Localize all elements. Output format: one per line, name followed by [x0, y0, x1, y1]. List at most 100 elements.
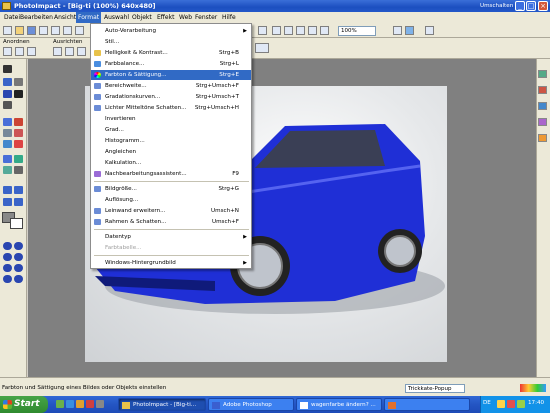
menu-web[interactable]: Web — [177, 12, 194, 23]
menu-item-aufloesung[interactable]: Auflösung... — [91, 195, 251, 205]
zoom-out-icon[interactable] — [308, 26, 317, 35]
history-icon[interactable] — [3, 253, 12, 261]
actual-size-icon[interactable] — [320, 26, 329, 35]
menu-item-auto-verarbeitung[interactable]: Auto-Verarbeitung ▶ — [91, 26, 251, 36]
layer-manager-icon[interactable] — [14, 242, 23, 250]
quicklaunch-5-icon[interactable] — [96, 400, 104, 408]
menu-item-nachbearbeitung[interactable]: Nachbearbeitungsassistent... F9 — [91, 169, 251, 179]
transform-tool-icon[interactable] — [3, 78, 12, 86]
print-icon[interactable] — [51, 26, 60, 35]
eraser-tool-icon[interactable] — [14, 129, 23, 137]
umschalten-label[interactable]: Umschalten — [480, 0, 513, 12]
help-icon[interactable] — [425, 26, 434, 35]
open-folder-icon[interactable] — [15, 26, 24, 35]
save-icon[interactable] — [27, 26, 36, 35]
menu-item-helligkeit[interactable]: Helligkeit & Kontrast... Strg+B — [91, 48, 251, 58]
quicklaunch-3-icon[interactable] — [76, 400, 84, 408]
menu-item-gradationskurven[interactable]: Gradationskurven... Strg+Umsch+T — [91, 92, 251, 102]
cut-icon[interactable] — [63, 26, 72, 35]
menu-format[interactable]: Format — [76, 12, 102, 23]
menu-item-windows-hintergrund[interactable]: Windows-Hintergrundbild ▶ — [91, 258, 251, 268]
taskbar-item-browser[interactable]: wagenfarbe ändern? ... — [296, 398, 382, 411]
panel-a-icon[interactable] — [3, 264, 12, 272]
menu-objekt[interactable]: Objekt — [130, 12, 154, 23]
menu-item-invertieren[interactable]: Invertieren — [91, 114, 251, 124]
paste-icon[interactable] — [258, 26, 267, 35]
preview-icon[interactable] — [393, 26, 402, 35]
paint-tool-icon[interactable] — [3, 118, 12, 126]
language-indicator[interactable]: DE — [483, 400, 491, 406]
selection-tool-icon[interactable] — [14, 78, 23, 86]
web-icon[interactable] — [405, 26, 414, 35]
layout-icon[interactable] — [14, 186, 23, 194]
path-tool-icon[interactable] — [3, 101, 12, 109]
menu-hilfe[interactable]: Hilfe — [220, 12, 238, 23]
menu-item-datentyp[interactable]: Datentyp ▶ — [91, 232, 251, 242]
stamp-tool-icon[interactable] — [14, 140, 23, 148]
maximize-button[interactable]: □ — [526, 1, 536, 11]
trick-select[interactable]: Trickkate-Popup — [405, 384, 465, 393]
grid-icon[interactable] — [3, 186, 12, 194]
panel-tab-3-icon[interactable] — [538, 102, 547, 110]
menu-item-kalkulation[interactable]: Kalkulation... — [91, 158, 251, 168]
minimize-button[interactable]: _ — [515, 1, 525, 11]
menu-item-farbbalance[interactable]: Farbbalance... Strg+L — [91, 59, 251, 69]
tray-icon-3[interactable] — [517, 400, 525, 408]
panel-tab-5-icon[interactable] — [538, 134, 547, 142]
quick-command-icon[interactable] — [14, 253, 23, 261]
quicklaunch-1-icon[interactable] — [56, 400, 64, 408]
menu-item-lichter-mitteltoene[interactable]: Lichter Mitteltöne Schatten... Strg+Umsch… — [91, 103, 251, 113]
panel-d-icon[interactable] — [14, 275, 23, 283]
undo-icon[interactable] — [272, 26, 281, 35]
new-file-icon[interactable] — [3, 26, 12, 35]
menu-effekt[interactable]: Effekt — [155, 12, 176, 23]
hand-tool-icon[interactable] — [14, 155, 23, 163]
panel2-icon[interactable] — [14, 198, 23, 206]
menu-item-bereichweite[interactable]: Bereichweite... Strg+Umsch+F — [91, 81, 251, 91]
align-center-icon[interactable] — [65, 47, 74, 56]
panel-icon[interactable] — [3, 198, 12, 206]
pick-tool-icon[interactable] — [3, 65, 12, 73]
panel-tab-1-icon[interactable] — [538, 70, 547, 78]
zoom-tool-icon[interactable] — [3, 155, 12, 163]
quicklaunch-2-icon[interactable] — [66, 400, 74, 408]
retouch-tool-icon[interactable] — [3, 129, 12, 137]
text-tool-icon[interactable] — [14, 90, 23, 98]
taskbar-item-photoimpact[interactable]: PhotoImpact - [Big-ti... — [118, 398, 206, 411]
zoom-in-icon[interactable] — [296, 26, 305, 35]
menu-ansicht[interactable]: Ansicht — [52, 12, 78, 23]
attribute-button-icon[interactable] — [255, 43, 269, 53]
fill-tool-icon[interactable] — [3, 140, 12, 148]
eyedropper-tool-icon[interactable] — [3, 166, 12, 174]
arrange-back-icon[interactable] — [15, 47, 24, 56]
menu-item-stil[interactable]: Stil... — [91, 37, 251, 47]
panel-tab-4-icon[interactable] — [538, 118, 547, 126]
close-button[interactable]: × — [538, 1, 548, 11]
arrange-front-icon[interactable] — [3, 47, 12, 56]
menu-item-leinwand[interactable]: Leinwand erweitern... Umsch+N — [91, 206, 251, 216]
menu-item-rahmen-schatten[interactable]: Rahmen & Schatten... Umsch+F — [91, 217, 251, 227]
scan-icon[interactable] — [39, 26, 48, 35]
color-bar[interactable] — [520, 384, 546, 392]
zoom-select[interactable]: 100% — [338, 26, 376, 36]
menu-item-bildgroesse[interactable]: Bildgröße... Strg+G — [91, 184, 251, 194]
menu-fenster[interactable]: Fenster — [193, 12, 219, 23]
menu-item-histogramm[interactable]: Histogramm... — [91, 136, 251, 146]
menu-bearbeiten[interactable]: Bearbeiten — [18, 12, 55, 23]
copy-icon[interactable] — [75, 26, 84, 35]
measure-tool-icon[interactable] — [14, 166, 23, 174]
tray-icon-1[interactable] — [497, 400, 505, 408]
background-color-swatch[interactable] — [10, 218, 23, 229]
taskbar-item-photoshop[interactable]: Adobe Photoshop — [208, 398, 294, 411]
panel-b-icon[interactable] — [14, 264, 23, 272]
arrange-forward-icon[interactable] — [27, 47, 36, 56]
easypalette-icon[interactable] — [3, 242, 12, 250]
menu-auswahl[interactable]: Auswahl — [102, 12, 131, 23]
menu-item-angleichen[interactable]: Angleichen — [91, 147, 251, 157]
align-right-icon[interactable] — [77, 47, 86, 56]
tray-icon-2[interactable] — [507, 400, 515, 408]
clone-tool-icon[interactable] — [14, 118, 23, 126]
menu-item-farbton-saettigung[interactable]: Farbton & Sättigung... Strg+E — [91, 70, 251, 80]
panel-tab-2-icon[interactable] — [538, 86, 547, 94]
taskbar-item-4[interactable] — [384, 398, 470, 411]
